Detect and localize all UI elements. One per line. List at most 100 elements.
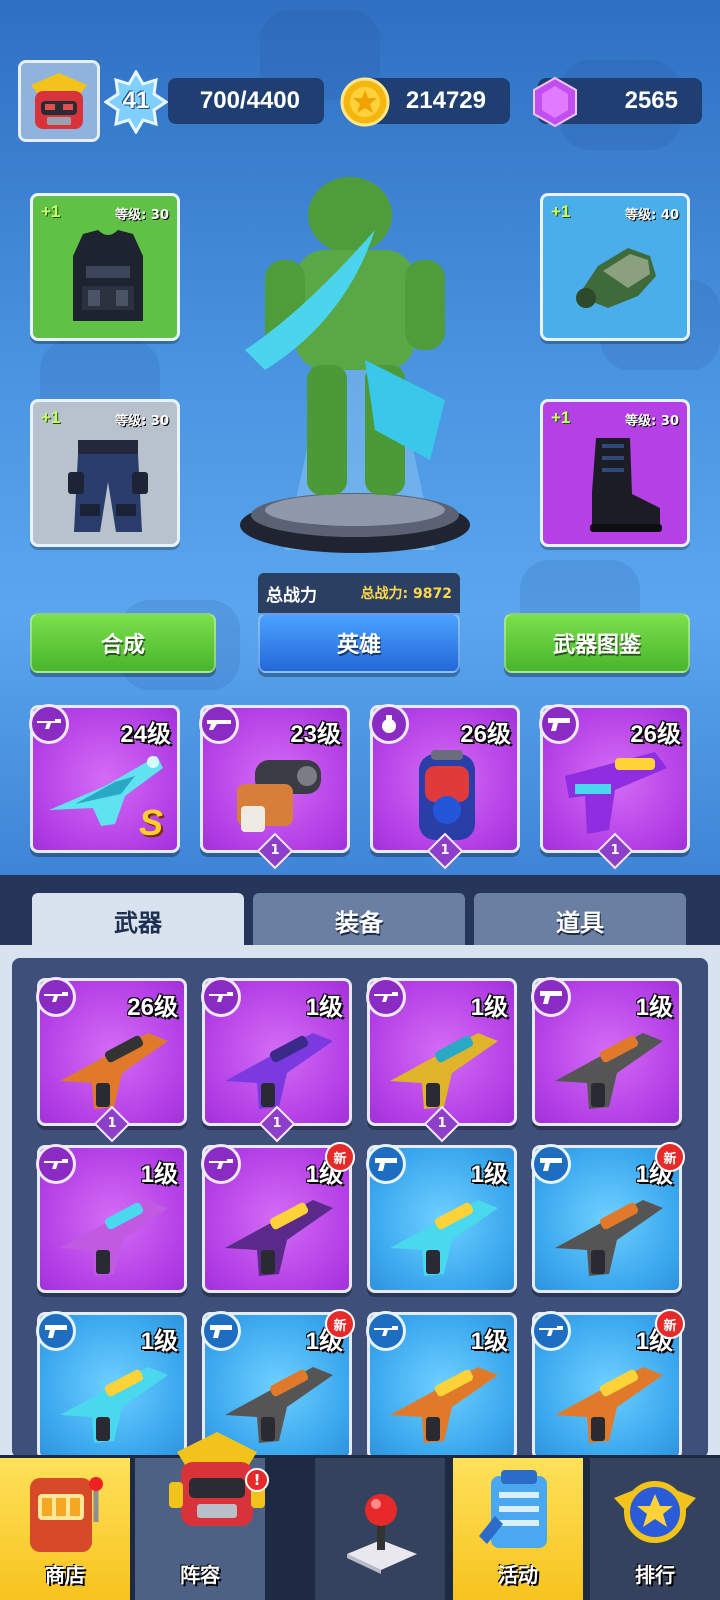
- hero-button[interactable]: 英雄: [258, 613, 460, 673]
- grenade-type-icon: [369, 704, 409, 744]
- upgrade-plus: +1: [41, 408, 61, 427]
- player-avatar[interactable]: [18, 60, 100, 142]
- alert-badge: !: [245, 1468, 269, 1492]
- weapon-art-icon: [390, 1033, 498, 1109]
- tab-weapons[interactable]: 武器: [32, 893, 244, 947]
- inventory-weapon-card[interactable]: 1级: [366, 1311, 517, 1460]
- nav-ranking-label: 排行: [635, 1563, 675, 1587]
- inventory-weapon-card[interactable]: 1级新: [201, 1142, 355, 1293]
- inventory-weapon-card[interactable]: 1级: [531, 977, 682, 1126]
- power-label: 总战力: [266, 585, 317, 606]
- equip-slot-gloves[interactable]: +1 等级: 40: [540, 193, 690, 341]
- equipped-weapon-card[interactable]: 23级 1: [199, 704, 350, 870]
- inventory-weapon-card[interactable]: 1级 1: [366, 977, 517, 1143]
- weapon-level: 26级: [630, 721, 681, 748]
- new-badge: 新: [655, 1309, 685, 1339]
- weapon-level: 1级: [305, 994, 343, 1021]
- weapon-level: 1级: [470, 1328, 508, 1355]
- weapon-level: 24级: [120, 721, 171, 748]
- level-badge: 41: [103, 69, 169, 135]
- weapon-art-icon: [225, 1200, 333, 1276]
- xp-bar: 700/4400: [168, 78, 324, 124]
- rifle-type-icon: [201, 977, 241, 1017]
- nav-shop[interactable]: 商店: [0, 1458, 130, 1600]
- nav-lineup-label: 阵容: [180, 1563, 220, 1587]
- equip-level: 等级: 30: [115, 208, 169, 223]
- vest-icon: [73, 230, 143, 321]
- tab-equipment[interactable]: 装备: [253, 893, 465, 947]
- boots-icon: [590, 438, 662, 532]
- gloves-icon: [576, 248, 656, 308]
- rifle-type-icon: [36, 1144, 76, 1184]
- inventory-weapon-card[interactable]: 1级: [366, 1144, 517, 1293]
- bomb-pack-icon: [419, 750, 475, 840]
- nav-shop-label: 商店: [45, 1563, 85, 1587]
- pistol-type-icon: [36, 1311, 76, 1351]
- weapon-level: 26级: [127, 994, 178, 1021]
- equip-level: 等级: 30: [625, 414, 679, 429]
- pistol-type-icon: [201, 1311, 241, 1351]
- weapon-art-icon: [555, 1367, 663, 1443]
- new-badge: 新: [655, 1142, 685, 1172]
- tab-items[interactable]: 道具: [474, 893, 686, 947]
- hero-label: 英雄: [336, 633, 381, 658]
- weapon-level: 23级: [290, 721, 341, 748]
- inventory-weapon-card[interactable]: 1级新: [531, 1309, 685, 1460]
- weapon-level: 1级: [470, 1161, 508, 1188]
- weapon-level: 1级: [140, 1161, 178, 1188]
- weapon-guide-button[interactable]: 武器图鉴: [504, 613, 690, 673]
- robot-avatar-icon: [21, 63, 97, 139]
- weapon-guide-label: 武器图鉴: [552, 633, 641, 658]
- equip-slot-boots[interactable]: +1 等级: 30: [540, 399, 690, 547]
- nav-lineup[interactable]: ! 阵容: [135, 1432, 269, 1600]
- upgrade-plus: +1: [551, 408, 571, 427]
- pants-icon: [68, 440, 148, 532]
- equip-slot-pants[interactable]: +1 等级: 30: [30, 399, 180, 547]
- power-value: 总战力: 9872: [360, 586, 452, 602]
- nav-ranking[interactable]: 排行: [590, 1458, 720, 1600]
- equipped-weapon-card[interactable]: 26级 1: [539, 704, 690, 870]
- inventory-tab-bar: 武器 装备 道具: [0, 875, 720, 947]
- weapon-art-icon: [60, 1200, 168, 1276]
- new-badge: 新: [325, 1309, 355, 1339]
- pistol-type-icon: [531, 977, 571, 1017]
- new-badge: 新: [325, 1142, 355, 1172]
- nav-events-label: 活动: [498, 1563, 538, 1587]
- weapon-art-icon: [555, 1033, 663, 1109]
- weapon-level: 1级: [140, 1328, 178, 1355]
- rifle-type-icon: [366, 977, 406, 1017]
- inventory-weapon-card[interactable]: 26级 1: [36, 977, 187, 1143]
- nav-play[interactable]: [315, 1458, 445, 1600]
- equipped-weapon-card[interactable]: 26级 1: [369, 704, 520, 870]
- weapon-level: 1级: [470, 994, 508, 1021]
- rifle-type-icon: [36, 977, 76, 1017]
- equip-level: 等级: 40: [625, 208, 679, 223]
- coin-icon: [340, 77, 390, 131]
- coin-amount: 214729: [405, 87, 486, 114]
- rifle-type-icon: [531, 1311, 571, 1351]
- player-level: 41: [122, 87, 150, 114]
- weapon-art-icon: [60, 1033, 168, 1109]
- equipped-weapon-card[interactable]: 24级 S: [29, 704, 180, 853]
- xp-text: 700/4400: [199, 87, 300, 114]
- equip-slot-vest[interactable]: +1 等级: 30: [30, 193, 180, 341]
- clipboard-icon: [479, 1470, 547, 1548]
- slot-machine-icon: [30, 1477, 103, 1552]
- combine-button[interactable]: 合成: [30, 613, 216, 673]
- inventory-weapon-card[interactable]: 1级 1: [201, 977, 352, 1143]
- rifle-type-icon: [29, 704, 69, 744]
- pistol-icon: [565, 752, 667, 834]
- inventory-weapon-card[interactable]: 1级新: [531, 1142, 685, 1293]
- nav-events[interactable]: 活动: [453, 1458, 583, 1600]
- star-trophy-icon: [614, 1481, 696, 1543]
- hero-character[interactable]: [225, 161, 495, 570]
- gem-icon: [530, 76, 580, 132]
- upgrade-plus: +1: [41, 202, 61, 221]
- blaster-icon: [237, 760, 321, 832]
- combine-label: 合成: [100, 633, 145, 658]
- weapon-art-icon: [390, 1200, 498, 1276]
- pistol-type-icon: [531, 1144, 571, 1184]
- inventory-weapon-card[interactable]: 1级: [36, 1144, 187, 1293]
- weapon-level: 1级: [635, 994, 673, 1021]
- weapon-art-icon: [390, 1367, 498, 1443]
